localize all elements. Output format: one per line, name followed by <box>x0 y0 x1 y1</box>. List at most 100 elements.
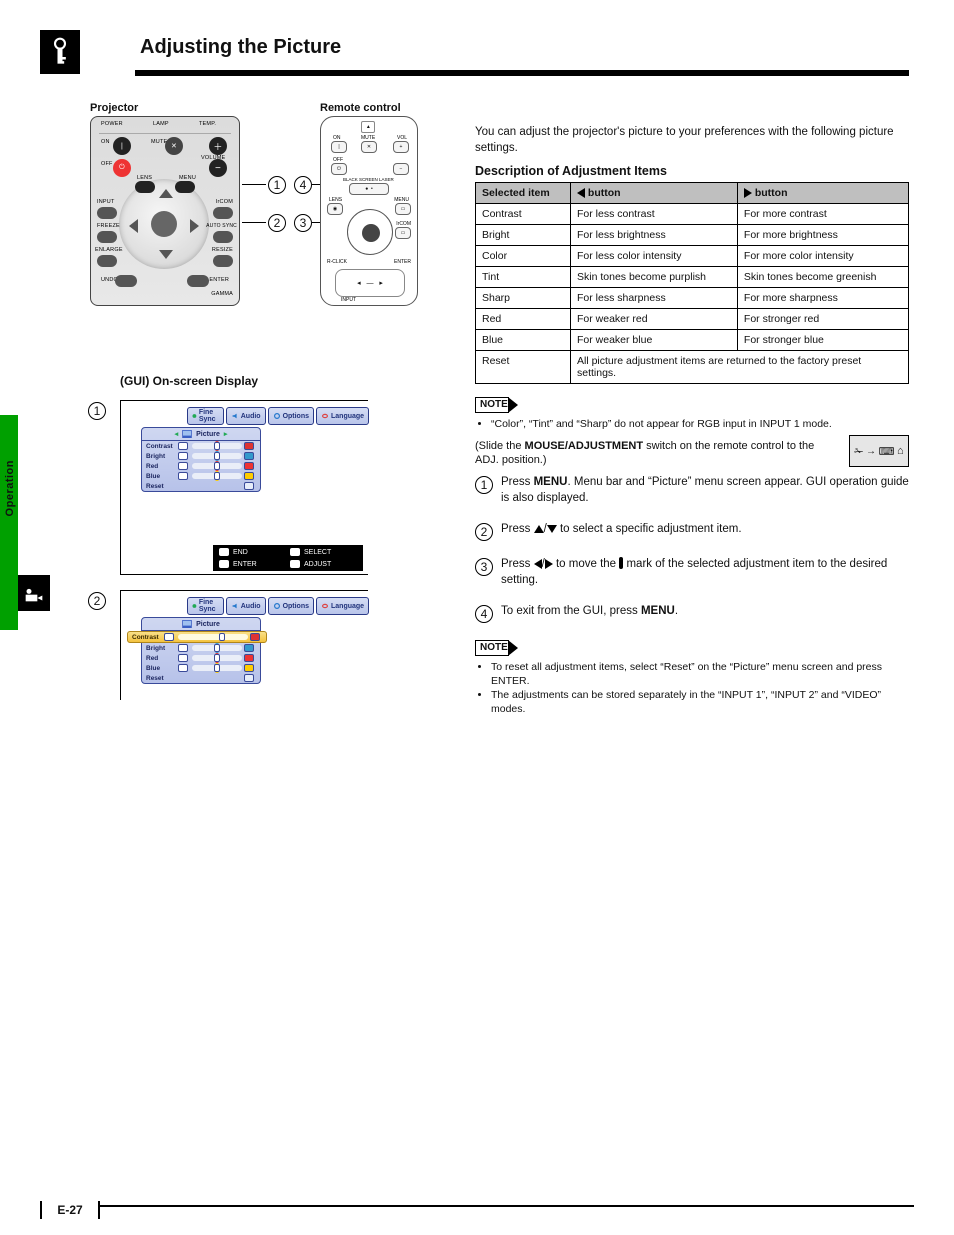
tab-language[interactable]: Language <box>316 407 369 425</box>
adj-icon-2: ⌂ <box>897 445 904 457</box>
enlarge-button[interactable] <box>97 255 117 267</box>
slider-bright-2[interactable]: Bright <box>142 643 260 653</box>
slider-reset-label: Reset <box>146 483 176 490</box>
rc-on-button[interactable]: | <box>331 141 347 153</box>
slider-reset-2[interactable]: Reset <box>142 673 260 683</box>
left-cell: Skin tones become purplish <box>571 267 738 288</box>
resize-label: RESIZE <box>212 247 233 253</box>
freeze-button[interactable] <box>97 231 117 243</box>
rc-blackscreen-label: BLACK SCREEN LASER <box>343 177 394 182</box>
gamma-label: GAMMA <box>211 291 233 297</box>
off-label: OFF <box>101 161 113 167</box>
autosync-label: AUTO SYNC <box>206 223 237 229</box>
dpad[interactable] <box>119 179 209 269</box>
autosync-button[interactable] <box>213 231 233 243</box>
slider-reset[interactable]: Reset <box>142 481 260 491</box>
lead-line <box>242 222 266 223</box>
table-row: BrightFor less brightnessFor more bright… <box>476 225 909 246</box>
note-item: To reset all adjustment items, select “R… <box>491 660 909 688</box>
helpbar-enter-label: ENTER <box>233 561 286 568</box>
table-row: RedFor weaker redFor stronger red <box>476 309 909 330</box>
callout-1: 1 <box>268 176 286 194</box>
note-list-1: “Color”, “Tint” and “Sharp” do not appea… <box>491 417 909 431</box>
step-4-number: 4 <box>475 605 493 623</box>
tab-audio[interactable]: Audio <box>226 407 266 425</box>
tab-finesync-label: Fine Sync <box>199 409 219 423</box>
rc-vol-dn-button[interactable]: − <box>393 163 409 175</box>
rc-bottom-pad[interactable]: ◂ — ▸ <box>335 269 405 297</box>
end-icon <box>219 548 229 556</box>
tab-options[interactable]: Options <box>268 407 314 425</box>
tab-options[interactable]: Options <box>268 597 314 615</box>
rc-vol-up-button[interactable]: + <box>393 141 409 153</box>
mute-button[interactable]: ✕ <box>165 137 183 155</box>
left-cell: For weaker blue <box>571 330 738 351</box>
section-tab <box>0 415 18 630</box>
step-1: 1 Press MENU. Menu bar and “Picture” men… <box>475 475 909 506</box>
rc-dpad-knob[interactable] <box>362 224 380 242</box>
volume-down-button[interactable]: − <box>209 159 227 177</box>
input-button[interactable] <box>97 207 117 219</box>
resize-button[interactable] <box>213 255 233 267</box>
slider-blue-2[interactable]: Blue <box>142 663 260 673</box>
rc-input-label: INPUT <box>341 297 356 303</box>
item-cell: Color <box>476 246 571 267</box>
on-button[interactable]: | <box>113 137 131 155</box>
ircom-button[interactable] <box>213 207 233 219</box>
enter-button[interactable] <box>187 275 209 287</box>
rc-lens-button[interactable]: ◉ <box>327 203 343 215</box>
slider-blue-label: Blue <box>146 473 176 480</box>
adjustment-table: Selected item button button ContrastFor … <box>475 182 909 384</box>
th-item: Selected item <box>476 183 571 204</box>
step-4-text: To exit from the GUI, press MENU. <box>501 604 909 623</box>
on-label: ON <box>101 139 110 145</box>
note-label: NOTE <box>480 399 508 410</box>
freeze-label: FREEZE <box>97 223 120 229</box>
page-number: E-27 <box>40 1201 100 1219</box>
rc-mute-button[interactable]: ✕ <box>361 141 377 153</box>
slider-contrast[interactable]: Contrast <box>142 441 260 451</box>
table-row: ResetAll picture adjustment items are re… <box>476 351 909 384</box>
left-cell: For less color intensity <box>571 246 738 267</box>
tab-finesync[interactable]: Fine Sync <box>187 407 224 425</box>
item-cell: Red <box>476 309 571 330</box>
lens-button[interactable] <box>135 181 155 193</box>
slider-blue[interactable]: Blue <box>142 471 260 481</box>
note-item: “Color”, “Tint” and “Sharp” do not appea… <box>491 417 909 431</box>
tab-audio[interactable]: Audio <box>226 597 266 615</box>
triangle-down-icon <box>547 525 557 533</box>
page-title: Adjusting the Picture <box>140 36 341 59</box>
right-cell: For more color intensity <box>737 246 908 267</box>
selected-contrast-row[interactable]: Contrast <box>127 631 267 643</box>
table-row: SharpFor less sharpnessFor more sharpnes… <box>476 288 909 309</box>
footer-rule <box>40 1205 914 1207</box>
dpad-center[interactable] <box>151 211 177 237</box>
slider-bright[interactable]: Bright <box>142 451 260 461</box>
projector-panel: POWER LAMP TEMP. ON | MUTE ✕ ＋ VOLUME OF… <box>90 116 240 306</box>
gui-step-1: 1 <box>88 402 106 420</box>
off-button[interactable]: ⏻ <box>113 159 131 177</box>
undo-button[interactable] <box>115 275 137 287</box>
rc-laser-button[interactable]: ● • <box>349 183 389 195</box>
gui-window-title-2: Picture <box>196 621 220 628</box>
item-cell: Blue <box>476 330 571 351</box>
remote-led-icon: ▲ <box>361 121 375 133</box>
rc-menu-button[interactable]: ▭ <box>395 203 411 215</box>
gui-tabs: Fine Sync Audio Options Language <box>187 407 369 425</box>
menu-button[interactable] <box>175 181 195 193</box>
rc-off-button[interactable]: ⏻ <box>331 163 347 175</box>
gui-frame-1: Fine Sync Audio Options Language ◂ Pictu… <box>120 400 368 575</box>
tab-language[interactable]: Language <box>316 597 369 615</box>
callout-4: 4 <box>294 176 312 194</box>
rc-ircom-button[interactable]: ▭ <box>395 227 411 239</box>
intro-text: You can adjust the projector's picture t… <box>475 125 909 156</box>
item-cell: Sharp <box>476 288 571 309</box>
slider-red[interactable]: Red <box>142 461 260 471</box>
lead-line <box>242 184 266 185</box>
tab-finesync[interactable]: Fine Sync <box>187 597 224 615</box>
ircom-label: IrCOM <box>216 199 233 205</box>
volume-up-button[interactable]: ＋ <box>209 137 227 155</box>
dpad-down-icon <box>159 250 173 259</box>
rc-dpad[interactable] <box>347 209 393 255</box>
slider-red-2[interactable]: Red <box>142 653 260 663</box>
